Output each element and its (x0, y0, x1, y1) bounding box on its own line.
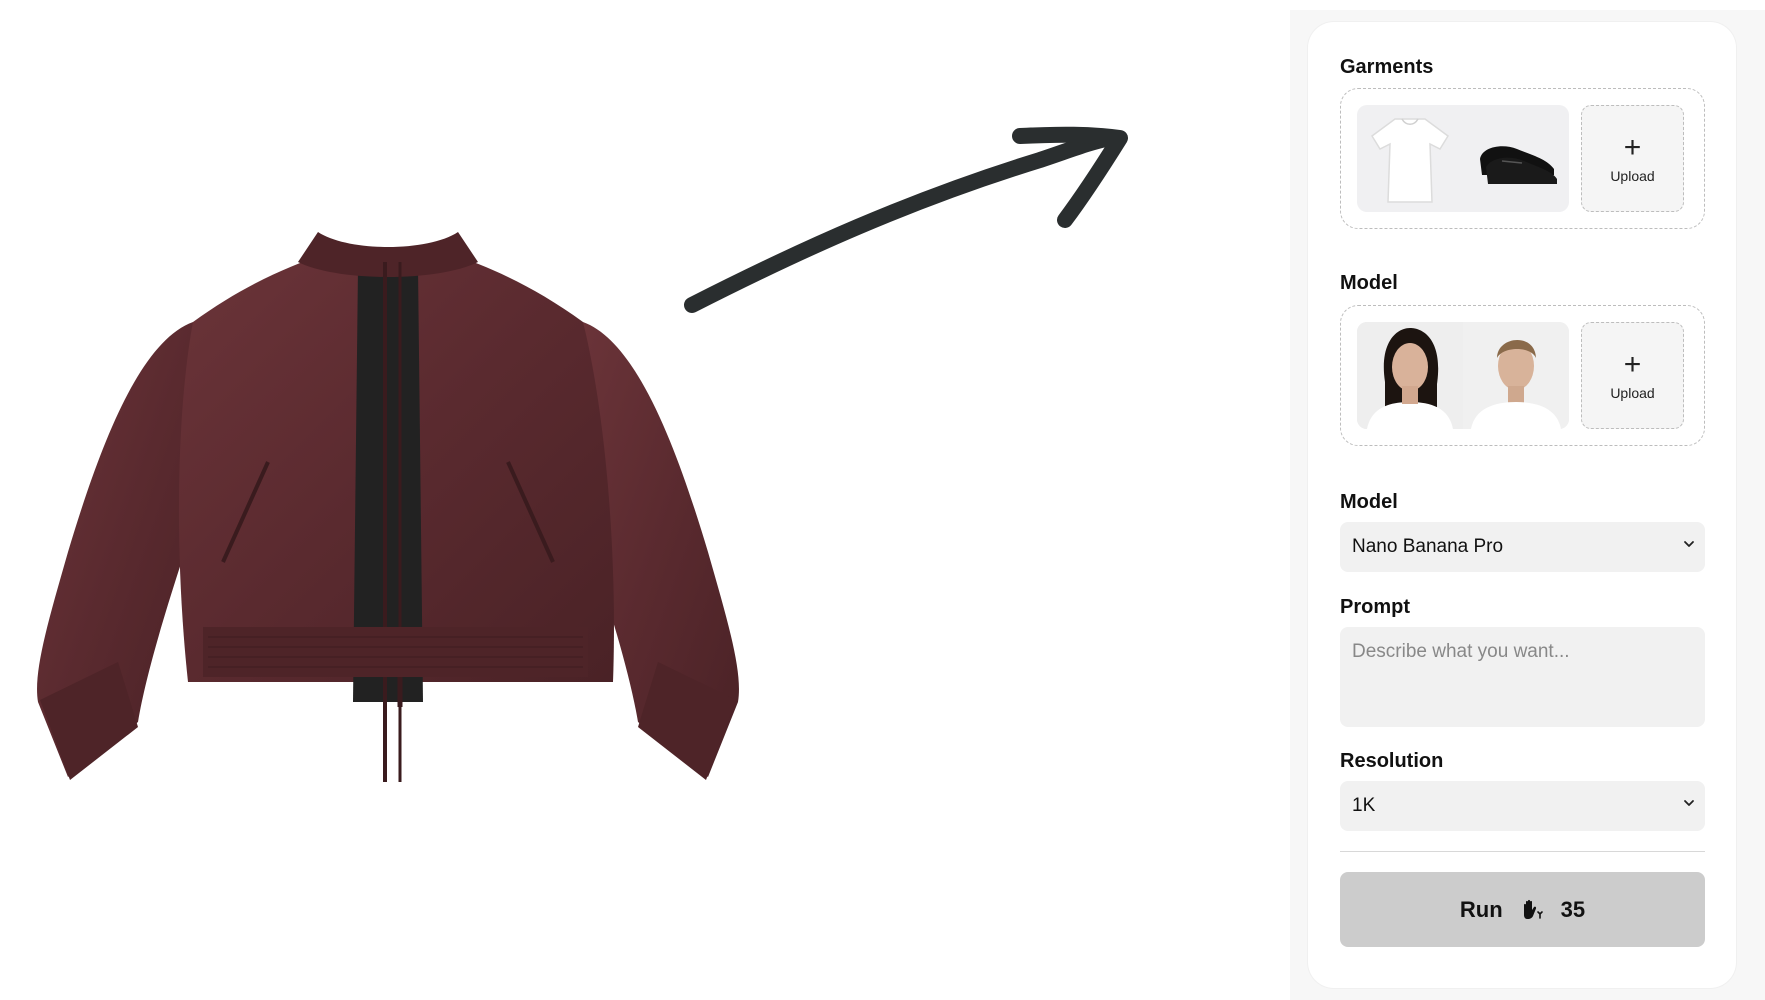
prompt-input[interactable] (1340, 627, 1705, 727)
upload-label: Upload (1610, 167, 1655, 184)
white-tshirt-image (1371, 117, 1449, 203)
run-label: Run (1459, 896, 1503, 922)
plus-icon: + (1623, 130, 1642, 164)
white-tshirt-thumbnail[interactable] (1357, 105, 1463, 212)
model-dropzone[interactable]: + Upload (1340, 305, 1705, 446)
app-canvas: Garments + Upload Model + Upload Model N… (0, 0, 1765, 1000)
model-select[interactable]: Nano Banana Pro (1340, 522, 1705, 572)
model-images-label: Model (1340, 272, 1398, 294)
run-button[interactable]: Run 35 (1340, 872, 1705, 947)
model-upload-button[interactable]: + Upload (1581, 322, 1684, 429)
chevron-down-icon (1684, 800, 1694, 806)
male-model-portrait (1463, 322, 1569, 429)
garments-upload-button[interactable]: + Upload (1581, 105, 1684, 212)
black-loafers-image (1480, 145, 1557, 184)
female-model-thumbnail[interactable] (1357, 322, 1463, 429)
male-model-thumbnail[interactable] (1463, 322, 1569, 429)
resolution-label: Resolution (1340, 750, 1444, 772)
plus-icon: + (1623, 347, 1642, 381)
model-select-label: Model (1340, 491, 1398, 513)
garments-dropzone[interactable]: + Upload (1340, 88, 1705, 229)
upload-label: Upload (1610, 384, 1655, 401)
divider (1340, 851, 1705, 852)
hand-coin-icon (1523, 899, 1543, 919)
female-model-portrait (1357, 322, 1463, 429)
bomber-jacket-image (37, 232, 739, 782)
model-thumbnails (1357, 322, 1569, 429)
run-cost: 35 (1560, 896, 1586, 922)
chevron-down-icon (1684, 541, 1694, 547)
hand-drawn-arrow (684, 126, 1128, 313)
resolution-select-value: 1K (1352, 795, 1376, 816)
garments-thumbnails (1357, 105, 1569, 212)
resolution-select[interactable]: 1K (1340, 781, 1705, 831)
prompt-label: Prompt (1340, 596, 1410, 618)
garments-label: Garments (1340, 56, 1434, 78)
model-select-value: Nano Banana Pro (1352, 536, 1504, 557)
black-loafers-thumbnail[interactable] (1463, 105, 1569, 212)
